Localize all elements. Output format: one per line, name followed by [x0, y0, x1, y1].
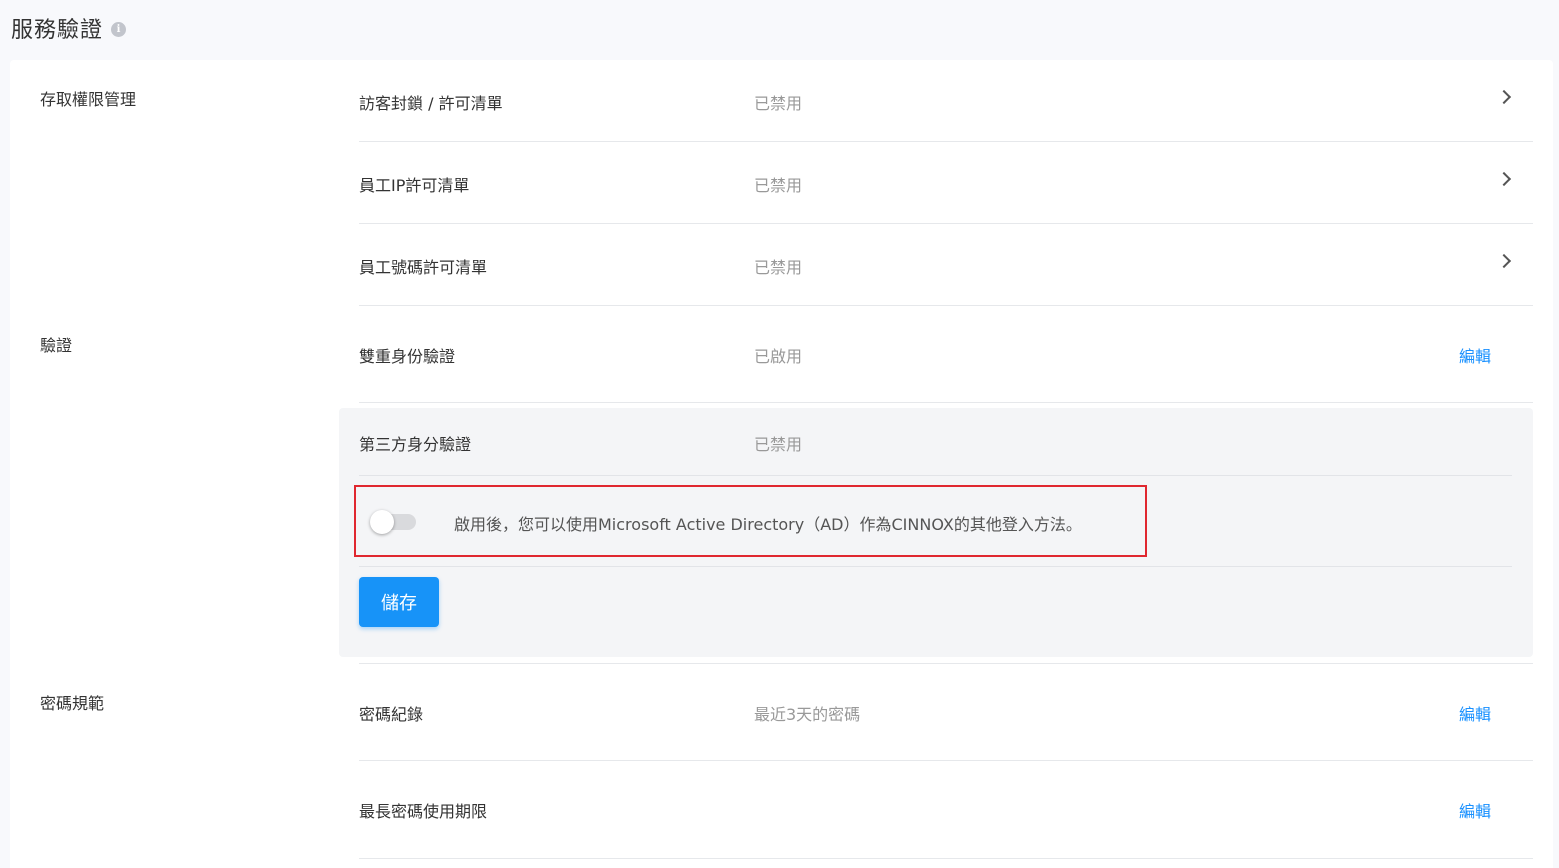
info-icon[interactable]: i: [111, 22, 127, 37]
highlight-box: 啟用後，您可以使用Microsoft Active Directory（AD）作…: [354, 485, 1147, 557]
chevron-right-icon[interactable]: [1496, 171, 1512, 187]
divider: [359, 475, 1512, 476]
row-status: 已禁用: [754, 176, 803, 195]
section-label-password: 密碼規範: [40, 694, 105, 713]
row-status: 已禁用: [754, 258, 803, 277]
edit-two-factor-link[interactable]: 編輯: [1459, 343, 1491, 367]
row-name: 訪客封鎖 / 許可清單: [359, 94, 503, 113]
row-name: 員工IP許可清單: [359, 176, 470, 195]
row-name: 密碼紀錄: [359, 705, 424, 724]
settings-card: 存取權限管理 訪客封鎖 / 許可清單 已禁用 員工IP許可清單 已禁用 員工號碼…: [10, 60, 1553, 868]
row-visitor-block-list[interactable]: 訪客封鎖 / 許可清單 已禁用: [359, 60, 1533, 142]
third-party-auth-panel: 第三方身分驗證 已禁用 啟用後，您可以使用Microsoft Active Di…: [339, 408, 1533, 657]
edit-password-history-link[interactable]: 編輯: [1459, 701, 1491, 725]
edit-max-password-age-link[interactable]: 編輯: [1459, 798, 1491, 822]
third-party-auth-status: 已禁用: [754, 435, 803, 454]
row-status: 最近3天的密碼: [754, 705, 861, 724]
toggle-knob[interactable]: [370, 510, 394, 534]
row-name: 最長密碼使用期限: [359, 802, 488, 821]
page-header: 服務驗證 i: [11, 12, 127, 44]
section-label-access: 存取權限管理: [40, 90, 137, 109]
chevron-right-icon[interactable]: [1496, 253, 1512, 269]
toggle-description: 啟用後，您可以使用Microsoft Active Directory（AD）作…: [454, 515, 1082, 534]
save-button[interactable]: 儲存: [359, 577, 439, 627]
third-party-auth-name: 第三方身分驗證: [359, 435, 472, 454]
row-status: 已啟用: [754, 347, 803, 366]
row-name: 雙重身份驗證: [359, 347, 456, 366]
row-max-password-age: 最長密碼使用期限 編輯: [359, 761, 1533, 859]
page-title: 服務驗證: [11, 18, 104, 43]
chevron-right-icon[interactable]: [1496, 89, 1512, 105]
row-password-history: 密碼紀錄 最近3天的密碼 編輯: [359, 663, 1533, 761]
section-label-auth: 驗證: [40, 336, 73, 355]
row-staff-ip-allow-list[interactable]: 員工IP許可清單 已禁用: [359, 142, 1533, 224]
ad-login-toggle[interactable]: [370, 510, 416, 534]
row-staff-number-allow-list[interactable]: 員工號碼許可清單 已禁用: [359, 224, 1533, 306]
row-status: 已禁用: [754, 94, 803, 113]
row-two-factor-auth: 雙重身份驗證 已啟用 編輯: [359, 306, 1533, 403]
divider: [359, 566, 1512, 567]
row-name: 員工號碼許可清單: [359, 258, 488, 277]
